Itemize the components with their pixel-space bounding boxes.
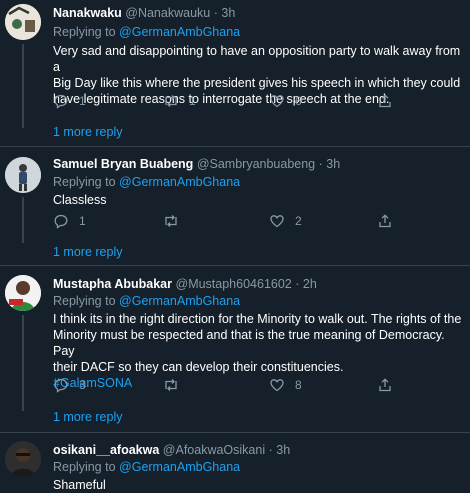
display-name[interactable]: osikani__afoakwa — [53, 443, 159, 457]
user-handle[interactable]: @Mustaph60461602 — [176, 277, 292, 291]
avatar[interactable] — [5, 4, 41, 40]
replying-label: Replying to — [53, 294, 116, 308]
avatar-image — [5, 157, 41, 193]
timestamp[interactable]: 2h — [303, 277, 317, 291]
avatar[interactable] — [5, 441, 41, 477]
reply-count: 3 — [79, 378, 86, 392]
retweet-count: 1 — [189, 94, 196, 108]
retweet-button[interactable] — [163, 376, 199, 394]
replying-to: Replying to @GermanAmbGhana — [53, 294, 240, 308]
user-handle[interactable]: @Sambryanbuabeng — [197, 157, 315, 171]
tweet-2[interactable]: Samuel Bryan Buabeng @Sambryanbuabeng · … — [0, 152, 470, 264]
retweet-button[interactable] — [163, 212, 199, 230]
divider — [0, 265, 470, 266]
separator: · — [318, 157, 323, 171]
heart-icon — [270, 95, 284, 108]
tweet-text-line: Classless — [53, 193, 107, 207]
more-replies-link[interactable]: 1 more reply — [53, 245, 122, 259]
like-count: 8 — [295, 378, 302, 392]
like-count: 2 — [295, 214, 302, 228]
replying-label: Replying to — [53, 460, 116, 474]
separator: · — [213, 6, 218, 20]
reply-icon — [54, 214, 68, 229]
reply-icon — [54, 378, 68, 393]
heart-icon — [270, 215, 284, 228]
replying-to: Replying to @GermanAmbGhana — [53, 25, 240, 39]
timestamp[interactable]: 3h — [326, 157, 340, 171]
more-replies-link[interactable]: 1 more reply — [53, 410, 122, 424]
reply-icon — [54, 94, 68, 109]
thread-line — [22, 44, 24, 128]
share-button[interactable] — [377, 376, 403, 394]
like-button[interactable]: 6 — [269, 92, 305, 110]
tweet-actions: 1 2 — [53, 212, 413, 230]
display-name[interactable]: Mustapha Abubakar — [53, 277, 172, 291]
tweet-4[interactable]: osikani__afoakwa @AfoakwaOsikani · 3h Re… — [0, 436, 470, 493]
like-button[interactable]: 8 — [269, 376, 305, 394]
share-button[interactable] — [377, 92, 403, 110]
share-icon — [379, 378, 391, 392]
tweet-actions: 1 1 6 — [53, 92, 413, 110]
tweet-header: Nanakwaku @Nanakwauku · 3h — [53, 6, 235, 20]
reply-button[interactable]: 3 — [53, 376, 89, 394]
mention-link[interactable]: @GermanAmbGhana — [119, 25, 240, 39]
avatar[interactable] — [5, 275, 41, 311]
reply-count: 1 — [79, 214, 86, 228]
replying-to: Replying to @GermanAmbGhana — [53, 175, 240, 189]
timestamp[interactable]: 3h — [221, 6, 235, 20]
tweet-header: osikani__afoakwa @AfoakwaOsikani · 3h — [53, 443, 290, 457]
share-icon — [379, 214, 391, 228]
retweet-icon — [165, 95, 177, 107]
divider — [0, 146, 470, 147]
tweet-text: Classless — [53, 192, 463, 208]
display-name[interactable]: Nanakwaku — [53, 6, 122, 20]
reply-count: 1 — [79, 94, 86, 108]
avatar-image — [5, 275, 41, 311]
tweet-text-line: Shameful — [53, 478, 106, 492]
tweet-actions: 3 8 — [53, 376, 413, 394]
retweet-icon — [165, 379, 177, 391]
share-button[interactable] — [377, 212, 403, 230]
separator: · — [268, 443, 273, 457]
heart-icon — [270, 379, 284, 392]
timestamp[interactable]: 3h — [276, 443, 290, 457]
tweet-text-line: Very sad and disappointing to have an op… — [53, 44, 461, 74]
retweet-icon — [165, 215, 177, 227]
like-button[interactable]: 2 — [269, 212, 305, 230]
avatar[interactable] — [5, 157, 41, 193]
tweet-header: Mustapha Abubakar @Mustaph60461602 · 2h — [53, 277, 317, 291]
tweet-text-line: Big Day like this where the president gi… — [53, 76, 461, 90]
avatar-image — [5, 4, 41, 40]
share-icon — [379, 94, 391, 108]
user-handle[interactable]: @AfoakwaOsikani — [163, 443, 265, 457]
replying-to: Replying to @GermanAmbGhana — [53, 460, 240, 474]
tweet-text-line: I think its in the right direction for t… — [53, 312, 462, 326]
tweet-text: Shameful — [53, 477, 463, 493]
more-replies-link[interactable]: 1 more reply — [53, 125, 122, 139]
replying-label: Replying to — [53, 175, 116, 189]
mention-link[interactable]: @GermanAmbGhana — [119, 294, 240, 308]
mention-link[interactable]: @GermanAmbGhana — [119, 460, 240, 474]
display-name[interactable]: Samuel Bryan Buabeng — [53, 157, 193, 171]
tweet-1[interactable]: Nanakwaku @Nanakwauku · 3h Replying to @… — [0, 0, 470, 152]
reply-button[interactable]: 1 — [53, 92, 89, 110]
reply-button[interactable]: 1 — [53, 212, 89, 230]
mention-link[interactable]: @GermanAmbGhana — [119, 175, 240, 189]
tweet-header: Samuel Bryan Buabeng @Sambryanbuabeng · … — [53, 157, 340, 171]
user-handle[interactable]: @Nanakwauku — [125, 6, 210, 20]
retweet-button[interactable]: 1 — [163, 92, 199, 110]
thread-line — [22, 315, 24, 411]
thread-line — [22, 197, 24, 243]
tweet-3[interactable]: Mustapha Abubakar @Mustaph60461602 · 2h … — [0, 270, 470, 430]
tweet-text-line: their DACF so they can develop their con… — [53, 360, 344, 374]
replying-label: Replying to — [53, 25, 116, 39]
divider — [0, 432, 470, 433]
tweet-text-line: Minority must be respected and that is t… — [53, 328, 445, 358]
like-count: 6 — [295, 94, 302, 108]
avatar-image — [5, 441, 41, 477]
separator: · — [295, 277, 300, 291]
